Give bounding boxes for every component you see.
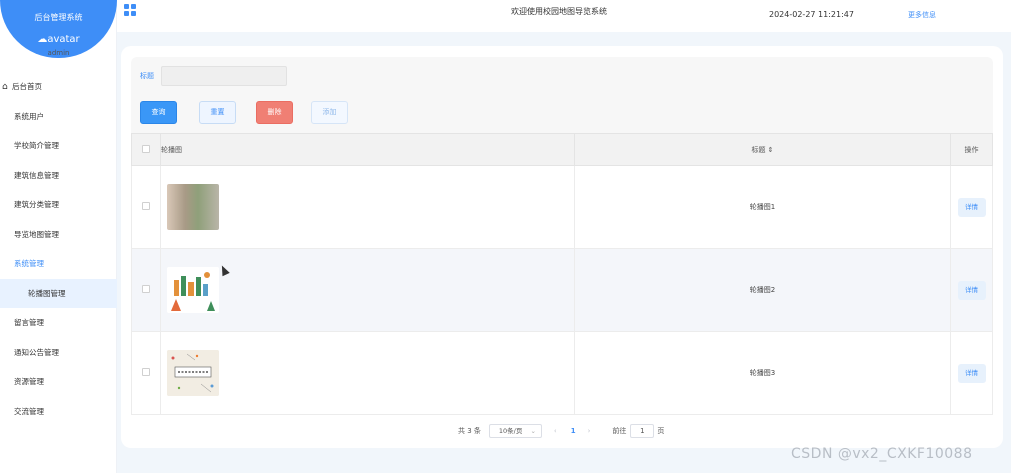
col-header-title[interactable]: 标题 ⇕	[574, 133, 951, 166]
avatar-alt-text: avatar	[47, 34, 80, 45]
next-page-icon[interactable]: ›	[588, 427, 591, 435]
title-search-input[interactable]	[161, 66, 287, 86]
pagination-total: 共 3 条	[458, 427, 481, 435]
table-row: 轮播图3 详情	[131, 331, 993, 415]
delete-button[interactable]: 删除	[256, 101, 293, 124]
username: admin	[47, 49, 70, 57]
page-size-value: 10条/页	[498, 427, 523, 435]
row-checkbox[interactable]	[142, 285, 150, 293]
row-checkbox-cell	[131, 165, 161, 249]
menu-grid-icon[interactable]	[124, 4, 136, 16]
avatar-broken-image-icon: ☁	[37, 34, 48, 45]
page-unit-label: 页	[657, 427, 665, 435]
prev-page-icon[interactable]: ‹	[554, 427, 557, 435]
reset-button[interactable]: 重置	[199, 101, 236, 124]
table-header-row: 轮播图 标题 ⇕ 操作	[131, 133, 993, 166]
goto-page-input[interactable]: 1	[630, 424, 655, 438]
select-all-checkbox[interactable]	[142, 144, 150, 153]
goto-label: 前往	[612, 427, 627, 435]
sidebar-item-home[interactable]: ⌂ 后台首页	[0, 72, 117, 102]
watermark: CSDN @vx2_CXKF10088	[791, 446, 973, 462]
title-cell: 轮播图3	[574, 331, 951, 415]
sidebar-item-messages[interactable]: 留言管理	[0, 308, 117, 338]
top-bar: 欢迎使用校园地图导览系统 2024-02-27 11:21:47 更多信息	[117, 0, 1011, 32]
select-all-cell	[131, 133, 161, 166]
carousel-thumbnail	[167, 350, 219, 396]
add-button[interactable]: 添加	[311, 101, 348, 124]
row-checkbox[interactable]	[142, 202, 150, 210]
detail-button[interactable]: 详情	[957, 363, 986, 383]
sidebar-item-building-info[interactable]: 建筑信息管理	[0, 161, 117, 191]
action-cell: 详情	[950, 248, 993, 332]
action-cell: 详情	[950, 165, 993, 249]
sidebar-menu: ⌂ 后台首页 系统用户 学校简介管理 建筑信息管理 建筑分类管理 导览地图管理 系…	[0, 72, 117, 426]
profile-header: 后台管理系统 ☁avatar admin	[0, 0, 117, 58]
pagination: 共 3 条 10条/页 ⌄ ‹ 1 › 前往 1 页	[458, 424, 664, 438]
query-button[interactable]: 查询	[140, 101, 177, 124]
image-cell	[160, 248, 575, 332]
sidebar-item-building-category[interactable]: 建筑分类管理	[0, 190, 117, 220]
carousel-table: 轮播图 标题 ⇕ 操作 轮播图1 详情 轮播图2 详情 轮播图3 详情	[131, 133, 993, 415]
table-row: 轮播图2 详情	[131, 248, 993, 332]
table-row: 轮播图1 详情	[131, 165, 993, 249]
sidebar-item-guide-map[interactable]: 导览地图管理	[0, 220, 117, 250]
sidebar-item-exchange[interactable]: 交流管理	[0, 397, 117, 427]
page-title: 欢迎使用校园地图导览系统	[511, 7, 607, 16]
sidebar: 后台管理系统 ☁avatar admin ⌂ 后台首页 系统用户 学校简介管理 建…	[0, 0, 117, 473]
sidebar-item-resources[interactable]: 资源管理	[0, 367, 117, 397]
sidebar-item-system-users[interactable]: 系统用户	[0, 102, 117, 132]
row-checkbox-cell	[131, 248, 161, 332]
row-checkbox[interactable]	[142, 368, 150, 376]
sidebar-item-school-intro[interactable]: 学校简介管理	[0, 131, 117, 161]
image-cell	[160, 165, 575, 249]
action-cell: 详情	[950, 331, 993, 415]
system-name: 后台管理系统	[34, 13, 83, 22]
page-size-select[interactable]: 10条/页 ⌄	[488, 424, 542, 438]
title-cell: 轮播图2	[574, 248, 951, 332]
search-label: 标题	[140, 72, 154, 80]
carousel-thumbnail	[167, 184, 219, 230]
current-page[interactable]: 1	[571, 427, 576, 435]
col-header-image: 轮播图	[160, 133, 575, 166]
row-checkbox-cell	[131, 331, 161, 415]
carousel-thumbnail	[167, 267, 219, 313]
sidebar-item-notices[interactable]: 通知公告管理	[0, 338, 117, 368]
detail-button[interactable]: 详情	[957, 280, 986, 300]
more-info-link[interactable]: 更多信息	[908, 10, 936, 20]
sidebar-item-label: 后台首页	[12, 82, 42, 91]
title-cell: 轮播图1	[574, 165, 951, 249]
detail-button[interactable]: 详情	[957, 197, 986, 217]
avatar[interactable]: ☁avatar	[0, 34, 117, 45]
datetime: 2024-02-27 11:21:47	[769, 10, 854, 19]
home-icon: ⌂	[2, 82, 8, 92]
image-cell	[160, 331, 575, 415]
sidebar-item-carousel[interactable]: 轮播图管理	[0, 278, 117, 308]
col-header-action: 操作	[950, 133, 993, 166]
sidebar-item-system-manage[interactable]: 系统管理	[0, 249, 117, 279]
chevron-down-icon: ⌄	[530, 427, 536, 435]
